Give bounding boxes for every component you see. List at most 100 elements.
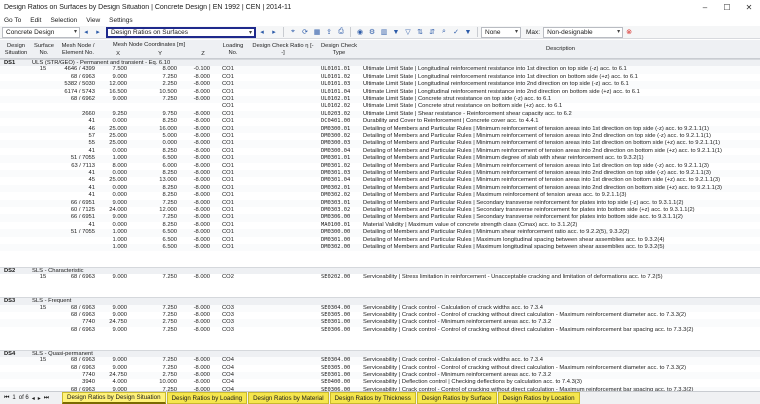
node-cell: 3940 bbox=[82, 379, 95, 386]
clear-filter-icon[interactable]: ⊗ bbox=[624, 27, 634, 37]
z-cell: -8.000 bbox=[193, 319, 210, 326]
table-row[interactable]: 41 0.000 8.250 -8.000 CO1 DC0401.00 Durability… bbox=[0, 118, 760, 125]
check-type-cell: DM0306.00 bbox=[321, 214, 351, 221]
table-row[interactable]: 15 68 / 6963 9.000 7.250 -8.000 CO2 SE0202.00 S… bbox=[0, 274, 760, 281]
pin-icon[interactable]: ✓ bbox=[451, 27, 461, 37]
next-page-icon[interactable]: ▸ bbox=[38, 395, 41, 402]
tab-by-location[interactable]: Design Ratios by Location bbox=[497, 392, 580, 404]
description-cell: Detailing of Members and Particular Rule… bbox=[363, 155, 644, 162]
table-row[interactable]: 51 / 7055 1.000 6.500 -8.000 CO1 DM0301.01 Det… bbox=[0, 155, 760, 163]
col-description[interactable]: Description bbox=[363, 46, 758, 53]
first-page-icon[interactable]: ⏮ bbox=[4, 395, 9, 402]
previous-table-icon[interactable]: ◂ bbox=[257, 27, 267, 37]
table-row[interactable]: 1.000 6.500 -8.000 CO1 DM0301.00 Detailing of… bbox=[0, 237, 760, 244]
table-row[interactable]: 6174 / 5743 16.500 10.500 -8.000 CO1 UL0101.0… bbox=[0, 89, 760, 96]
menu-edit[interactable]: Edit bbox=[30, 17, 41, 24]
table-row[interactable]: 66 / 6951 9.000 7.250 -8.000 CO1 DM0303.01 Det… bbox=[0, 199, 760, 207]
z-cell: -8.000 bbox=[193, 118, 210, 125]
search-icon[interactable]: ⌕ bbox=[439, 27, 449, 37]
table-row[interactable]: 7740 24.750 2.750 -8.000 CO4 SE0301.00 Service… bbox=[0, 372, 760, 380]
minimize-icon[interactable]: – bbox=[694, 0, 716, 15]
prev-page-icon[interactable]: ◂ bbox=[32, 395, 35, 402]
col-situation[interactable]: Design Situation bbox=[0, 43, 32, 56]
table-row[interactable]: 1.000 6.500 -8.000 CO1 DM0302.00 Detailing of… bbox=[0, 244, 760, 252]
menu-go-to[interactable]: Go To bbox=[4, 17, 21, 24]
table-row[interactable]: 15 68 / 6963 9.000 7.250 -8.000 CO4 SE0304.00 S… bbox=[0, 357, 760, 365]
result-table-select[interactable]: Design Ratios on Surfaces ▾ bbox=[106, 26, 256, 38]
z-cell: -8.000 bbox=[193, 372, 210, 379]
table-row[interactable]: 45 25.000 13.000 -8.000 CO1 DM0301.04 Detailin… bbox=[0, 177, 760, 184]
col-ratio[interactable]: Design Check Ratio η [--] bbox=[252, 43, 314, 56]
col-node[interactable]: Mesh Node / Element No. bbox=[56, 43, 100, 56]
filter-icon[interactable]: ▼ bbox=[391, 27, 401, 37]
check-type-cell: UL0101.01 bbox=[321, 66, 351, 73]
table-row[interactable]: 41 0.000 8.250 -8.000 CO1 MA0100.01 Material V… bbox=[0, 222, 760, 229]
tab-by-surface[interactable]: Design Ratios by Surface bbox=[416, 392, 497, 404]
print-icon[interactable]: ⎙ bbox=[336, 27, 346, 37]
last-page-icon[interactable]: ⏭ bbox=[44, 395, 49, 402]
table-row[interactable]: 51 / 7055 1.000 6.500 -8.000 CO1 DM0300.00 Det… bbox=[0, 229, 760, 237]
filter-active-icon[interactable]: ▼ bbox=[463, 27, 473, 37]
table-row[interactable]: 57 25.000 5.000 -8.000 CO1 DM0300.02 Detailing… bbox=[0, 133, 760, 140]
table-row[interactable]: 68 / 6962 9.000 7.250 -8.000 CO1 UL0102.01 Ult… bbox=[0, 96, 760, 104]
tab-by-material[interactable]: Design Ratios by Material bbox=[248, 392, 329, 404]
menu-view[interactable]: View bbox=[86, 17, 100, 24]
col-type[interactable]: Design Check Type bbox=[316, 43, 362, 56]
design-situation-row[interactable]: DS2 SLS - Characteristic bbox=[0, 266, 760, 275]
table-row[interactable]: 41 0.000 8.250 -8.000 CO1 DM0300.04 Detailing … bbox=[0, 148, 760, 155]
col-x[interactable]: X bbox=[108, 51, 128, 58]
sort-icon[interactable]: ⇅ bbox=[415, 27, 425, 37]
table-row[interactable]: 63 / 7113 8.000 6.000 -8.000 CO1 DM0301.02 Det… bbox=[0, 163, 760, 170]
table-row[interactable]: 68 / 6963 9.000 7.250 -8.000 CO3 SE0306.00 Ser… bbox=[0, 327, 760, 334]
design-situation-row[interactable]: DS4 SLS - Quasi-permanent bbox=[0, 349, 760, 358]
y-cell: 8.250 bbox=[162, 147, 177, 154]
menu-settings[interactable]: Settings bbox=[109, 17, 133, 24]
table-row[interactable]: CO1 UL0102.02 Ultimate Limit State | Concr… bbox=[0, 103, 760, 110]
export-icon[interactable]: ⇪ bbox=[324, 27, 334, 37]
table-row[interactable]: 41 0.000 8.250 -8.000 CO1 DM0302.01 Detailing … bbox=[0, 184, 760, 193]
maximize-icon[interactable]: ☐ bbox=[716, 0, 738, 15]
table-row[interactable]: 68 / 6963 9.000 7.250 -8.000 CO1 UL0101.02 Ult… bbox=[0, 74, 760, 81]
previous-icon[interactable]: ◂ bbox=[81, 27, 91, 37]
filter-icon[interactable]: ▽ bbox=[403, 27, 413, 37]
table-row[interactable]: 2660 9.250 9.750 -8.000 CO1 UL0203.02 Ultimate… bbox=[0, 110, 760, 119]
settings-icon[interactable]: ⚙ bbox=[367, 27, 377, 37]
table-row[interactable]: 46 25.000 16.000 -8.000 CO1 DM0300.01 Detailin… bbox=[0, 125, 760, 133]
col-z[interactable]: Z bbox=[193, 51, 213, 58]
y-cell: 8.250 bbox=[162, 192, 177, 199]
table-row[interactable]: 15 4646 / 4399 7.500 8.000 -0.100 CO1 UL0101.0… bbox=[0, 66, 760, 74]
sort-icon[interactable]: ⇵ bbox=[427, 27, 437, 37]
description-cell: Detailing of Members and Particular Rule… bbox=[363, 133, 711, 139]
table-row[interactable]: 41 0.000 8.250 -8.000 CO1 DM0302.02 Detailing … bbox=[0, 192, 760, 199]
table-row[interactable]: 66 / 6951 9.000 7.250 -8.000 CO1 DM0306.00 Det… bbox=[0, 214, 760, 222]
table-row[interactable]: 5382 / 5030 12.000 2.250 -8.000 CO1 UL0101.03… bbox=[0, 81, 760, 89]
table-row[interactable]: 55 25.000 0.000 -8.000 CO1 DM0300.03 Detailing… bbox=[0, 140, 760, 148]
close-icon[interactable]: ✕ bbox=[738, 0, 760, 15]
table-row[interactable]: 7740 24.750 2.750 -8.000 CO3 SE0301.00 Service… bbox=[0, 319, 760, 327]
refresh-icon[interactable]: ⟳ bbox=[300, 27, 310, 37]
next-icon[interactable]: ▸ bbox=[93, 27, 103, 37]
columns-icon[interactable]: ▥ bbox=[379, 27, 389, 37]
next-table-icon[interactable]: ▸ bbox=[269, 27, 279, 37]
select-icon[interactable]: ⌖ bbox=[288, 27, 298, 37]
tab-by-thickness[interactable]: Design Ratios by Thickness bbox=[329, 392, 416, 404]
module-select[interactable]: Concrete Design ▾ bbox=[2, 26, 80, 38]
tab-by-design-situation[interactable]: Design Ratios by Design Situation bbox=[62, 392, 166, 404]
design-situation-row[interactable]: DS1 ULS (STR/GEO) - Permanent and transie… bbox=[0, 59, 760, 67]
col-y[interactable]: Y bbox=[150, 51, 170, 58]
table-row[interactable]: 68 / 6963 9.000 7.250 -8.000 CO4 SE0305.00 Ser… bbox=[0, 365, 760, 372]
filter-select[interactable]: None ▾ bbox=[481, 26, 521, 38]
view-icon[interactable]: ◉ bbox=[355, 27, 365, 37]
col-loading[interactable]: Loading No. bbox=[218, 43, 248, 56]
design-situation-row[interactable]: DS3 SLS - Frequent bbox=[0, 297, 760, 305]
col-surface[interactable]: Surface No. bbox=[32, 43, 56, 56]
table-row[interactable]: 41 0.000 8.250 -8.000 CO1 DM0301.03 Detailing … bbox=[0, 170, 760, 178]
table-row[interactable]: 3940 4.000 10.000 -8.000 CO4 SE0400.00 Service… bbox=[0, 379, 760, 386]
table-icon[interactable]: ▦ bbox=[312, 27, 322, 37]
max-select[interactable]: Non-designable ▾ bbox=[543, 26, 624, 38]
table-row[interactable]: 68 / 6963 9.000 7.250 -8.000 CO3 SE0305.00 Ser… bbox=[0, 312, 760, 319]
menu-selection[interactable]: Selection bbox=[50, 17, 77, 24]
tab-by-loading[interactable]: Design Ratios by Loading bbox=[166, 392, 248, 404]
table-row[interactable]: 15 68 / 6963 9.000 7.250 -8.000 CO3 SE0304.00 S… bbox=[0, 304, 760, 313]
table-row[interactable]: 60 / 7125 24.000 12.000 -8.000 CO1 DM0303.02 D… bbox=[0, 207, 760, 214]
